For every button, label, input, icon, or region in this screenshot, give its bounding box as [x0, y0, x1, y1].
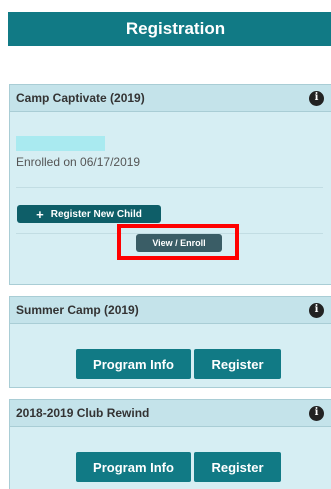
child-name-redacted: [16, 136, 105, 151]
program-card-header: Summer Camp (2019) i: [10, 297, 331, 324]
info-icon[interactable]: i: [309, 405, 324, 421]
highlight-box: [117, 224, 239, 260]
divider: [16, 187, 323, 188]
register-new-child-button[interactable]: + Register New Child: [17, 205, 161, 223]
program-card-title: 2018-2019 Club Rewind: [16, 406, 150, 420]
program-card-header: 2018-2019 Club Rewind i: [10, 400, 331, 427]
register-button[interactable]: Register: [194, 349, 281, 379]
registration-page: Registration Camp Captivate (2019) i Enr…: [0, 0, 331, 489]
program-info-button[interactable]: Program Info: [76, 349, 191, 379]
page-title-text: Registration: [125, 19, 226, 38]
enrolled-date-text: Enrolled on 06/17/2019: [16, 155, 141, 169]
program-card-summer-camp: Summer Camp (2019) i Program Info Regist…: [9, 296, 331, 388]
program-card-title: Camp Captivate (2019): [16, 91, 145, 105]
plus-icon: +: [36, 206, 44, 222]
program-card-club-rewind: 2018-2019 Club Rewind i Program Info Reg…: [9, 399, 331, 489]
register-button[interactable]: Register: [194, 452, 281, 482]
info-icon[interactable]: i: [309, 302, 324, 318]
info-icon[interactable]: i: [309, 90, 324, 106]
register-new-child-label: Register New Child: [50, 208, 142, 220]
program-card-title: Summer Camp (2019): [16, 303, 139, 317]
program-card-camp-captivate: Camp Captivate (2019) i Enrolled on 06/1…: [9, 84, 331, 285]
program-card-header: Camp Captivate (2019) i: [10, 85, 331, 112]
page-title: Registration: [8, 12, 331, 46]
program-info-button[interactable]: Program Info: [76, 452, 191, 482]
